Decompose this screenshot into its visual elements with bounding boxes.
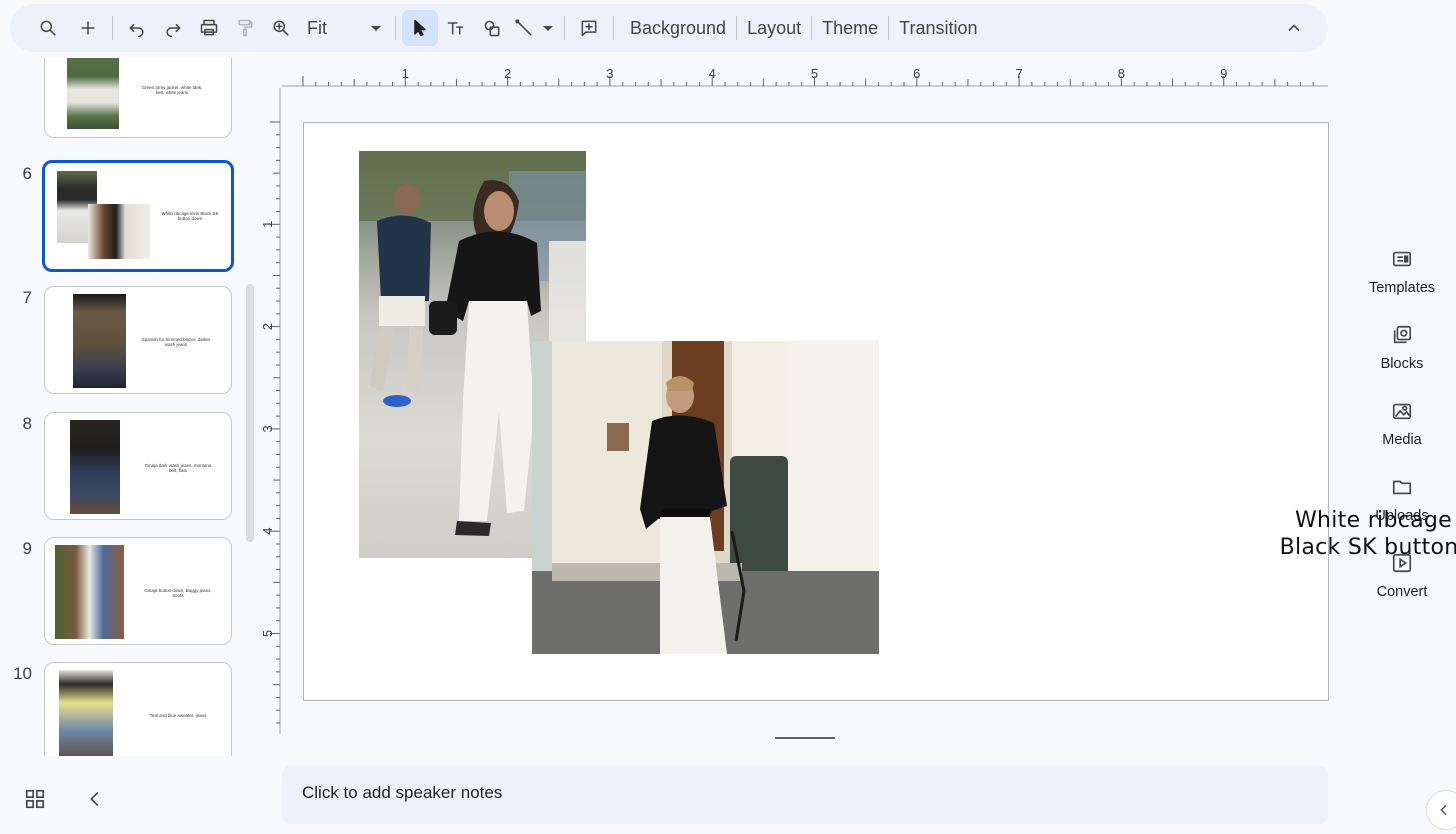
chevron-down-icon bbox=[371, 25, 381, 31]
convert-play-icon bbox=[1392, 553, 1412, 573]
text-box-icon[interactable] bbox=[438, 10, 474, 46]
ruler-label: 8 bbox=[1118, 66, 1125, 81]
ruler-label: 2 bbox=[260, 323, 275, 330]
thumbnail-photo bbox=[59, 670, 113, 756]
templates-label: Templates bbox=[1368, 280, 1436, 296]
shape-icon[interactable] bbox=[474, 10, 510, 46]
paint-format-icon[interactable] bbox=[227, 10, 263, 46]
blocks-button[interactable]: Blocks bbox=[1360, 324, 1444, 372]
collapse-filmstrip-chevron-left-icon[interactable] bbox=[84, 788, 108, 812]
undo-icon[interactable] bbox=[119, 10, 155, 46]
slide-canvas[interactable]: White ribcage levis Black SK button down bbox=[303, 122, 1456, 701]
thumbnail-caption: White ribcage levis Black SK button down bbox=[161, 211, 219, 221]
ruler-label: 3 bbox=[606, 66, 613, 81]
zoom-select[interactable]: Fit bbox=[299, 10, 389, 46]
collapse-toolbar-chevron-up-icon[interactable] bbox=[1284, 18, 1304, 38]
search-menus-icon[interactable] bbox=[30, 10, 66, 46]
slide-thumbnail[interactable]: Ginaja dark wash jeans, montana belt, fl… bbox=[44, 412, 232, 520]
toolbar-divider bbox=[395, 16, 396, 40]
slide-thumbnail[interactable]: Green army jacket, white tank, belt, whi… bbox=[44, 58, 232, 138]
thumbnail-photo bbox=[55, 545, 124, 639]
slide-filmstrip: Green army jacket, white tank, belt, whi… bbox=[0, 58, 260, 756]
media-icon bbox=[1392, 403, 1412, 420]
add-comment-icon[interactable] bbox=[571, 10, 607, 46]
filmstrip-scrollbar[interactable] bbox=[246, 284, 254, 542]
media-label: Media bbox=[1382, 432, 1422, 448]
layout-button[interactable]: Layout bbox=[737, 10, 811, 46]
horizontal-ruler: 1 2 3 4 5 6 7 8 9 bbox=[282, 66, 1328, 87]
ruler-label: 7 bbox=[1015, 66, 1022, 81]
thumbnail-caption: Green army jacket, white tank, belt, whi… bbox=[141, 85, 203, 95]
ruler-label: 4 bbox=[709, 66, 716, 81]
slide-thumbnail[interactable]: Ginaja button down, Baggy jeans, boots bbox=[44, 537, 232, 645]
ruler-label: 5 bbox=[260, 630, 275, 637]
ruler-label: 1 bbox=[260, 221, 275, 228]
thumbnail-photo bbox=[73, 294, 126, 388]
slide-thumbnail[interactable]: Spanish fur trimmed blazer, darker wash … bbox=[44, 286, 232, 394]
background-button[interactable]: Background bbox=[620, 10, 736, 46]
ruler-label: 5 bbox=[811, 66, 818, 81]
transition-button[interactable]: Transition bbox=[889, 10, 987, 46]
vertical-ruler: 1 2 3 4 5 bbox=[260, 88, 281, 734]
thumbnail-photo bbox=[67, 58, 119, 129]
line-dropdown-chevron-icon[interactable] bbox=[538, 10, 558, 46]
thumbnail-caption: Spanish fur trimmed blazer, darker wash … bbox=[141, 337, 211, 347]
toolbar: Fit Background Layout Theme Transition bbox=[10, 4, 1328, 52]
zoom-icon[interactable] bbox=[263, 10, 299, 46]
toolbar-divider bbox=[613, 16, 614, 40]
zoom-value: Fit bbox=[307, 17, 327, 38]
slide-thumbnail-selected[interactable]: White ribcage levis Black SK button down bbox=[42, 160, 234, 272]
thumbnail-photo bbox=[88, 204, 150, 259]
thumbnail-photo bbox=[70, 420, 120, 514]
blocks-icon bbox=[1393, 325, 1412, 344]
uploads-label: Uploads bbox=[1375, 508, 1429, 524]
show-side-panel-button[interactable] bbox=[1426, 790, 1456, 830]
select-cursor-icon[interactable] bbox=[402, 10, 438, 46]
ruler-label: 4 bbox=[260, 528, 275, 535]
notes-resize-handle[interactable] bbox=[775, 737, 835, 739]
ruler-label: 1 bbox=[402, 66, 409, 81]
slide-photo-woman-street[interactable] bbox=[532, 341, 879, 654]
ruler-label: 6 bbox=[913, 66, 920, 81]
media-button[interactable]: Media bbox=[1360, 400, 1444, 448]
thumbnail-caption: Ginaja button down, Baggy jeans, boots bbox=[144, 588, 212, 598]
theme-button[interactable]: Theme bbox=[812, 10, 888, 46]
thumbnail-caption: Teal and blue sweater, jeans bbox=[149, 713, 207, 718]
grid-view-icon[interactable] bbox=[24, 788, 48, 812]
templates-icon bbox=[1392, 251, 1412, 267]
slide-number: 7 bbox=[22, 288, 32, 307]
templates-button[interactable]: Templates bbox=[1360, 248, 1444, 296]
convert-button[interactable]: Convert bbox=[1360, 552, 1444, 600]
ruler-label: 3 bbox=[260, 425, 275, 432]
uploads-button[interactable]: Uploads bbox=[1360, 476, 1444, 524]
slide-number: 8 bbox=[22, 414, 32, 433]
blocks-label: Blocks bbox=[1380, 356, 1424, 372]
folder-icon bbox=[1392, 480, 1412, 495]
ruler-label: 2 bbox=[504, 66, 511, 81]
slide-number: 10 bbox=[13, 664, 32, 683]
ruler-label: 9 bbox=[1220, 66, 1227, 81]
toolbar-divider bbox=[564, 16, 565, 40]
thumbnail-caption: Ginaja dark wash jeans, montana belt, fl… bbox=[144, 463, 212, 473]
toolbar-divider bbox=[112, 16, 113, 40]
line-icon[interactable] bbox=[510, 10, 538, 46]
slide-number: 6 bbox=[22, 164, 32, 183]
convert-label: Convert bbox=[1376, 584, 1428, 600]
speaker-notes-field[interactable]: Click to add speaker notes bbox=[282, 766, 1328, 824]
new-slide-plus-icon[interactable] bbox=[70, 10, 106, 46]
slide-number: 9 bbox=[22, 539, 32, 558]
print-icon[interactable] bbox=[191, 10, 227, 46]
chevron-left-icon bbox=[1440, 804, 1447, 816]
slide-thumbnail[interactable]: Teal and blue sweater, jeans bbox=[44, 662, 232, 756]
redo-icon[interactable] bbox=[155, 10, 191, 46]
